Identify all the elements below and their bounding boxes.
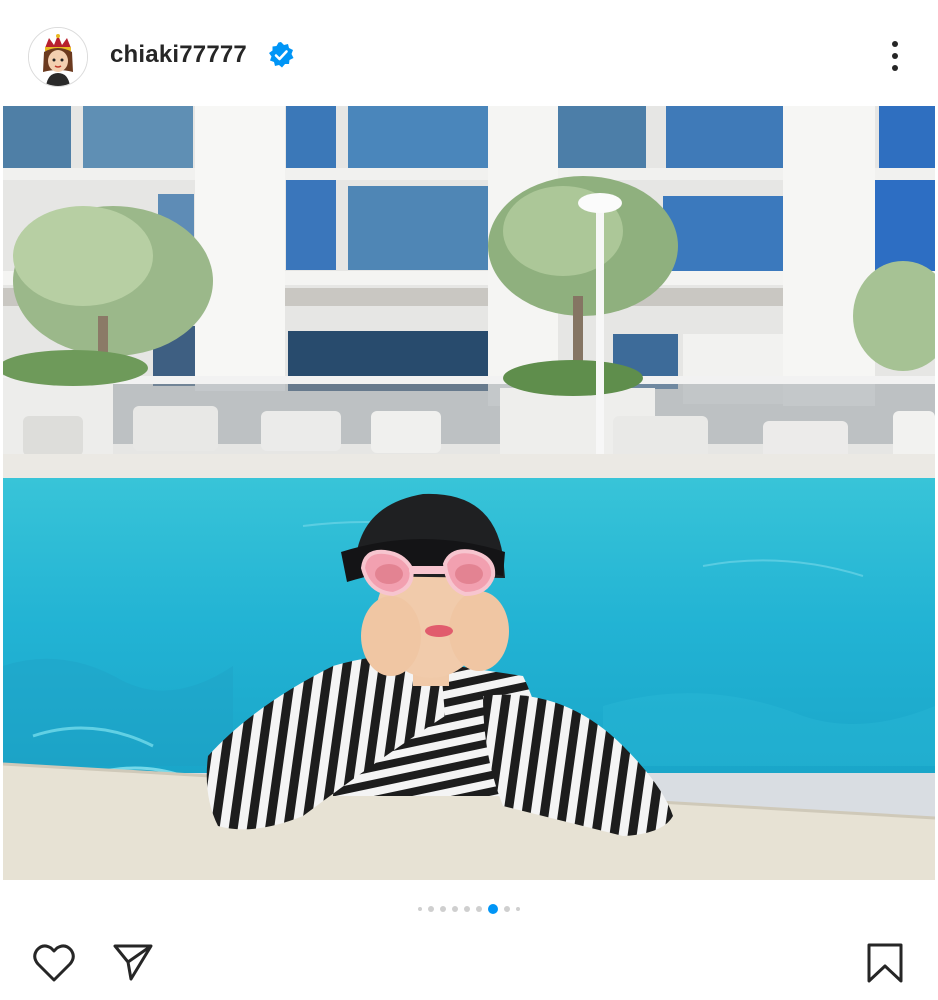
carousel-indicator bbox=[0, 902, 938, 916]
carousel-dot bbox=[418, 907, 422, 911]
username[interactable]: chiaki77777 bbox=[110, 41, 247, 69]
carousel-dot bbox=[476, 906, 482, 912]
send-icon bbox=[113, 944, 153, 981]
more-options-button[interactable] bbox=[880, 38, 910, 74]
carousel-dot bbox=[516, 907, 520, 911]
avatar-illustration-icon bbox=[29, 28, 87, 86]
avatar[interactable] bbox=[28, 27, 88, 87]
carousel-dot bbox=[428, 906, 434, 912]
carousel-dot bbox=[440, 906, 446, 912]
like-button[interactable] bbox=[32, 942, 76, 984]
heart-icon bbox=[33, 944, 75, 982]
pool-scene-image bbox=[3, 106, 935, 880]
share-button[interactable] bbox=[112, 942, 154, 982]
carousel-dot bbox=[452, 906, 458, 912]
post-header: chiaki77777 bbox=[0, 0, 938, 106]
verified-badge-icon bbox=[269, 42, 294, 68]
more-vertical-icon bbox=[892, 41, 898, 71]
carousel-dot bbox=[504, 906, 510, 912]
bookmark-icon bbox=[867, 943, 903, 983]
save-button[interactable] bbox=[866, 942, 904, 984]
carousel-dot-active bbox=[488, 904, 498, 914]
carousel-dot bbox=[464, 906, 470, 912]
post-photo[interactable] bbox=[3, 106, 935, 880]
